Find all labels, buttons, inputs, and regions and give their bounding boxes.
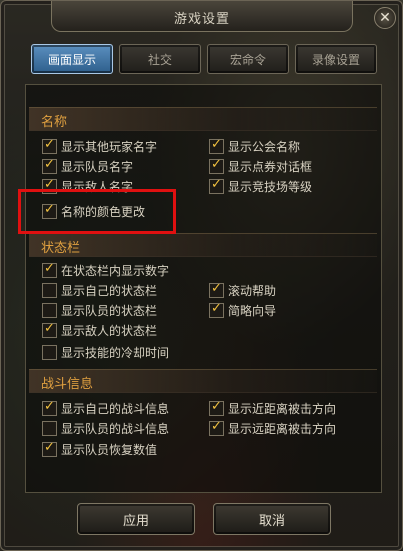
dialog-title: 游戏设置 <box>173 12 230 27</box>
option-label: 显示点券对话框 <box>228 160 313 174</box>
checkmark-icon: ✓ <box>211 419 222 434</box>
checkbox[interactable]: ✓ <box>42 157 57 174</box>
checkbox[interactable]: ✓ <box>209 419 224 436</box>
checkmark-icon: ✓ <box>44 399 55 414</box>
tab-macro[interactable]: 宏命令 <box>207 44 289 74</box>
section-names-title: 名称 <box>41 115 68 130</box>
dialog-title-bar: 游戏设置 <box>51 1 353 32</box>
tab-social[interactable]: 社交 <box>119 44 201 74</box>
checkmark-icon: ✓ <box>211 399 222 414</box>
option-label: 简略向导 <box>228 304 277 318</box>
option-label: 显示其他玩家名字 <box>61 140 158 154</box>
checkbox[interactable]: ✓ <box>42 321 57 338</box>
option-label: 显示自己的战斗信息 <box>61 402 170 416</box>
checkmark-icon: ✓ <box>44 157 55 172</box>
tab-recording[interactable]: 录像设置 <box>295 44 377 74</box>
checkmark-icon: ✓ <box>44 261 55 276</box>
apply-button[interactable]: 应用 <box>77 503 195 535</box>
checkbox[interactable]: ✓ <box>209 399 224 416</box>
checkbox[interactable] <box>42 421 57 436</box>
checkbox[interactable]: ✓ <box>42 137 57 154</box>
option-label: 显示敌人的状态栏 <box>61 324 158 338</box>
option-label: 滚动帮助 <box>228 284 277 298</box>
checkmark-icon: ✓ <box>211 301 222 316</box>
checkmark-icon: ✓ <box>211 157 222 172</box>
option-label: 显示队员的状态栏 <box>61 304 158 318</box>
checkbox[interactable]: ✓ <box>209 281 224 298</box>
checkbox[interactable] <box>42 345 57 360</box>
option-label: 显示队员的战斗信息 <box>61 422 170 436</box>
checkbox[interactable]: ✓ <box>42 261 57 278</box>
section-status-header: 状态栏 <box>29 233 377 257</box>
checkbox[interactable]: ✓ <box>42 440 57 457</box>
option-label: 显示近距离被击方向 <box>228 402 337 416</box>
section-names-header: 名称 <box>29 107 377 131</box>
checkbox[interactable]: ✓ <box>42 399 57 416</box>
option-label: 显示远距离被击方向 <box>228 422 337 436</box>
checkmark-icon: ✓ <box>44 321 55 336</box>
checkbox[interactable] <box>42 303 57 318</box>
checkbox[interactable]: ✓ <box>209 177 224 194</box>
option-label: 在状态栏内显示数字 <box>61 264 170 278</box>
tab-display[interactable]: 画面显示 <box>31 44 113 74</box>
checkmark-icon: ✓ <box>44 137 55 152</box>
checkmark-icon: ✓ <box>211 177 222 192</box>
option-label: 显示技能的冷却时间 <box>61 346 170 360</box>
cancel-button[interactable]: 取消 <box>213 503 331 535</box>
checkbox[interactable] <box>42 283 57 298</box>
red-highlight-box <box>18 189 176 234</box>
checkmark-icon: ✓ <box>211 281 222 296</box>
checkmark-icon: ✓ <box>211 137 222 152</box>
close-icon[interactable]: ✕ <box>374 7 396 29</box>
checkmark-icon: ✓ <box>44 440 55 455</box>
option-label: 显示竞技场等级 <box>228 180 313 194</box>
settings-dialog: 游戏设置 ✕ 画面显示 社交 宏命令 录像设置 名称 ✓ 显示其他玩家名字 ✓ … <box>0 0 403 551</box>
option-label: 显示自己的状态栏 <box>61 284 158 298</box>
option-label: 显示队员恢复数值 <box>61 443 158 457</box>
option-label: 显示公会名称 <box>228 140 301 154</box>
section-combat-title: 战斗信息 <box>41 377 94 392</box>
checkbox[interactable]: ✓ <box>209 301 224 318</box>
checkbox[interactable]: ✓ <box>209 137 224 154</box>
section-combat-header: 战斗信息 <box>29 369 377 393</box>
option-label: 显示队员名字 <box>61 160 134 174</box>
section-status-title: 状态栏 <box>41 241 81 256</box>
checkbox[interactable]: ✓ <box>209 157 224 174</box>
